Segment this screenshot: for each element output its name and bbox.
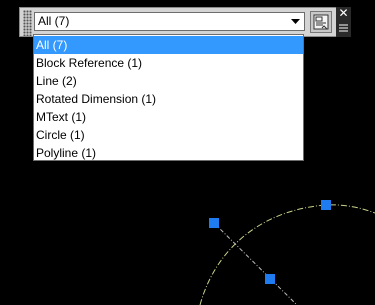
grip-handle-icon[interactable] xyxy=(23,10,32,36)
list-item-all[interactable]: All (7) xyxy=(34,36,303,54)
object-type-list: All (7) Block Reference (1) Line (2) Rot… xyxy=(33,34,304,161)
chevron-down-icon[interactable] xyxy=(287,14,303,29)
list-item-mtext[interactable]: MText (1) xyxy=(34,108,303,126)
quick-select-button[interactable] xyxy=(310,11,332,33)
list-item-polyline[interactable]: Polyline (1) xyxy=(34,144,303,162)
object-type-dropdown[interactable]: All (7) xyxy=(34,12,305,31)
list-item-line[interactable]: Line (2) xyxy=(34,72,303,90)
list-item-rotated-dimension[interactable]: Rotated Dimension (1) xyxy=(34,90,303,108)
list-item-block-reference[interactable]: Block Reference (1) xyxy=(34,54,303,72)
circle-arc[interactable] xyxy=(199,204,375,305)
properties-palette: All (7) xyxy=(19,7,351,37)
quick-select-icon xyxy=(313,14,329,30)
grip-point[interactable] xyxy=(321,200,331,210)
list-item-circle[interactable]: Circle (1) xyxy=(34,126,303,144)
grip-point[interactable] xyxy=(265,274,275,284)
dashed-line[interactable] xyxy=(213,222,298,305)
dropdown-selected-value: All (7) xyxy=(38,14,70,28)
grip-point[interactable] xyxy=(209,218,219,228)
close-icon[interactable]: ✕ xyxy=(338,7,349,19)
properties-menu-icon[interactable] xyxy=(338,23,349,33)
